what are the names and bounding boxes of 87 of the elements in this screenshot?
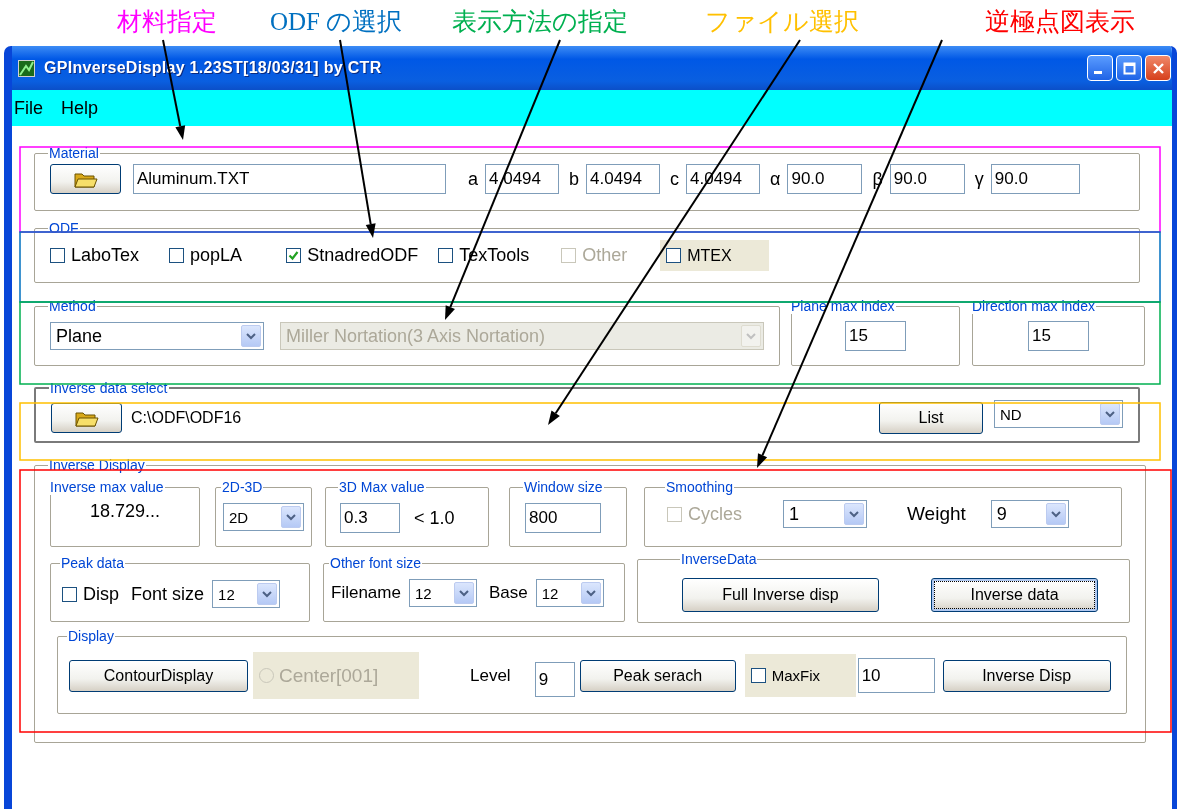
text-field[interactable]: 800 <box>525 503 601 533</box>
minimize-icon <box>1094 71 1102 74</box>
dropdown[interactable]: 9 <box>990 500 1069 528</box>
app-icon <box>18 59 35 77</box>
group-title: Other font size <box>329 555 423 571</box>
value-text: 18.729... <box>88 500 162 522</box>
button[interactable]: Inverse Disp <box>942 659 1111 692</box>
group-title: Material <box>48 145 100 161</box>
annotation-label: 逆極点図表示 <box>985 7 1135 37</box>
group-title: Window size <box>523 479 604 495</box>
dropdown[interactable]: 12 <box>212 580 281 608</box>
text-field[interactable]: 90.0 <box>889 164 965 194</box>
checkbox[interactable] <box>50 248 65 263</box>
text-field[interactable]: 15 <box>845 321 906 351</box>
button[interactable]: Full Inverse disp <box>682 578 879 612</box>
minimize-button[interactable] <box>1087 55 1113 81</box>
group-title: 2D-3D <box>221 479 264 495</box>
checkbox[interactable] <box>62 586 77 602</box>
annotation-label: ファイル選択 <box>705 7 859 37</box>
dropdown[interactable]: 1 <box>783 500 867 528</box>
dropdown[interactable]: 12 <box>535 579 604 607</box>
group-title: Display <box>67 628 115 644</box>
annotation-label: 材料指定 <box>117 7 217 37</box>
button[interactable]: ContourDisplay <box>69 659 248 692</box>
label: Base <box>488 583 528 603</box>
checkbox-option[interactable]: Disp <box>62 583 119 605</box>
checkbox[interactable] <box>666 248 682 263</box>
checkbox-option[interactable]: MTEX <box>666 246 732 265</box>
annotation-label: 表示方法の指定 <box>452 7 628 37</box>
close-icon <box>1151 61 1165 75</box>
label: < 1.0 <box>414 507 455 529</box>
label: b <box>569 168 580 190</box>
group-title: Method <box>48 298 97 314</box>
text-field[interactable]: 90.0 <box>990 164 1080 194</box>
label: γ <box>974 168 984 190</box>
button[interactable]: Peak serach <box>579 659 736 692</box>
button[interactable]: List <box>879 402 983 434</box>
checkbox[interactable] <box>169 248 185 263</box>
label: Level <box>470 665 511 686</box>
group-title: Direction max index <box>971 298 1096 314</box>
file-path: C:\ODF\ODF16 <box>131 409 242 427</box>
checkbox-option[interactable]: StnadredODF <box>286 245 419 266</box>
text-field[interactable]: 10 <box>857 658 935 693</box>
checkbox-option[interactable]: popLA <box>169 245 243 266</box>
group-title: Peak data <box>60 555 126 571</box>
checkbox-option[interactable]: LaboTex <box>50 245 140 266</box>
folder-icon <box>73 170 98 188</box>
dropdown[interactable]: Plane <box>50 322 264 350</box>
group-title: InverseData <box>680 551 758 567</box>
open-file-button[interactable] <box>50 164 121 194</box>
dropdown[interactable]: ND <box>994 400 1123 428</box>
dropdown[interactable]: 2D <box>223 503 304 531</box>
maximize-icon <box>1122 61 1136 75</box>
label: Weight <box>907 503 966 525</box>
checkbox-option[interactable]: MaxFix <box>750 667 820 684</box>
text-field[interactable]: 0.3 <box>340 503 400 533</box>
group-title: Inverse Display <box>48 457 146 473</box>
label: c <box>670 168 680 190</box>
group-title: Smoothing <box>665 479 734 495</box>
button[interactable]: Inverse data <box>931 578 1098 612</box>
group-title: Inverse max value <box>49 479 165 495</box>
label: α <box>770 168 781 190</box>
maximize-button[interactable] <box>1116 55 1142 81</box>
group-title: Inverse data select <box>49 380 169 396</box>
text-field[interactable]: 9 <box>534 662 575 697</box>
label: Font size <box>131 583 205 605</box>
checkbox[interactable] <box>286 248 302 263</box>
folder-icon <box>74 409 99 427</box>
label: a <box>468 168 478 190</box>
text-field[interactable]: 4.0494 <box>586 164 661 194</box>
open-file-button[interactable] <box>51 403 122 433</box>
dropdown[interactable]: 12 <box>408 579 477 607</box>
checkbox[interactable] <box>750 668 766 683</box>
menu-item[interactable]: File <box>14 97 43 119</box>
text-field[interactable]: 15 <box>1028 321 1089 351</box>
menu-item[interactable]: Help <box>61 97 99 119</box>
text-field[interactable]: Aluminum.TXT <box>133 164 446 194</box>
annotation-label: ODF の選択 <box>270 7 403 37</box>
checkbox[interactable] <box>438 248 454 263</box>
radio-option: Center[001] <box>259 664 379 687</box>
checkbox-option: Other <box>561 245 628 266</box>
group-title: Plane max index <box>790 298 896 314</box>
text-field[interactable]: 90.0 <box>787 164 863 194</box>
checkbox-option: Cycles <box>667 503 742 525</box>
group-title: 3D Max value <box>338 479 426 495</box>
close-button[interactable] <box>1145 55 1171 81</box>
label: Filename <box>331 583 401 603</box>
